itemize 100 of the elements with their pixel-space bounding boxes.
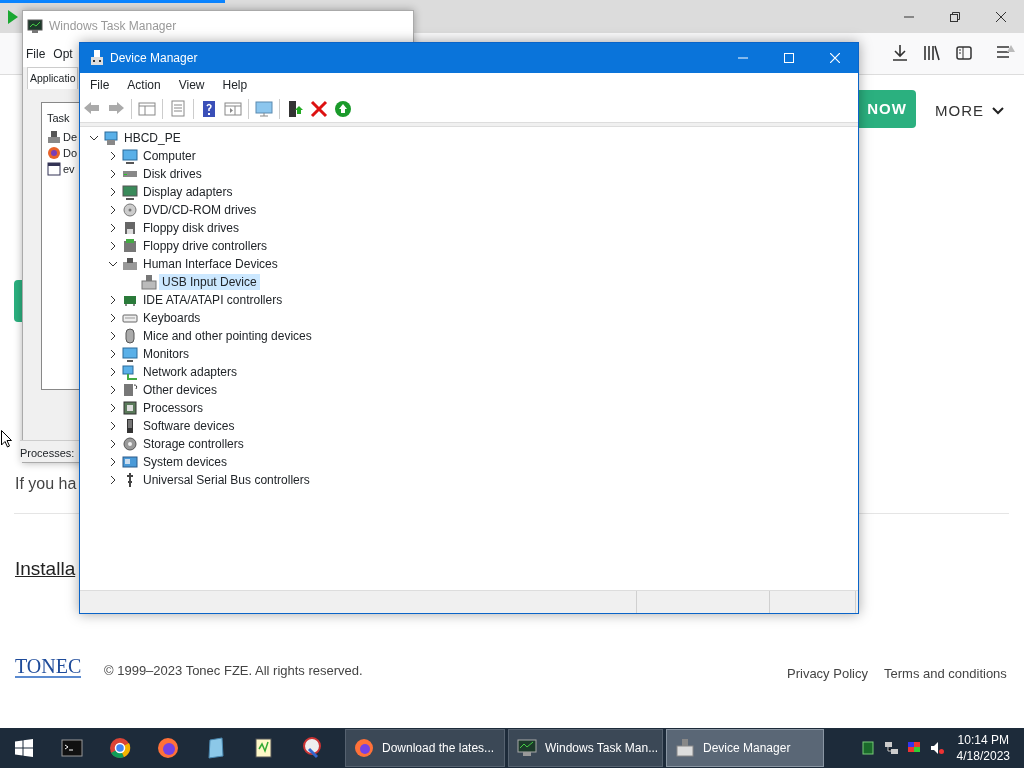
taskbar-window-button[interactable]: Device Manager <box>666 729 824 767</box>
device-icon <box>141 274 157 290</box>
column-header[interactable]: Task <box>47 110 70 127</box>
sidebar-icon[interactable] <box>956 46 972 60</box>
task-name[interactable]: ev <box>63 161 75 178</box>
device-icon <box>122 382 138 398</box>
tree-item[interactable]: USB Input Device <box>159 274 260 290</box>
chevron-right-icon <box>109 476 117 484</box>
monitor-icon[interactable] <box>255 100 273 118</box>
chevron-right-icon <box>109 458 117 466</box>
device-icon <box>122 454 138 470</box>
taskbar-window-button[interactable]: Download the lates... <box>345 729 505 767</box>
tree-item[interactable]: Software devices <box>140 418 238 434</box>
chevron-down-icon <box>992 107 1004 116</box>
footer-link[interactable]: Terms and conditions <box>884 664 1007 684</box>
tree-item[interactable]: DVD/CD-ROM drives <box>140 202 260 218</box>
task-name[interactable]: Do <box>63 145 78 162</box>
tree-item[interactable]: Disk drives <box>140 166 205 182</box>
tree-item[interactable]: Processors <box>140 400 207 416</box>
chevron-right-icon <box>109 224 117 232</box>
taskbar-window-button[interactable]: Windows Task Man... <box>508 729 663 767</box>
device-icon <box>122 436 138 452</box>
device-icon <box>122 328 138 344</box>
library-icon[interactable] <box>924 45 940 61</box>
tool-icon <box>301 737 323 759</box>
delete-icon[interactable] <box>310 100 328 118</box>
menu-item[interactable]: View <box>169 75 214 94</box>
device-icon <box>122 346 138 362</box>
menu-icon[interactable] <box>997 45 1015 59</box>
globe-icon <box>47 146 61 161</box>
menu-item[interactable]: File <box>81 75 119 94</box>
tree-item[interactable]: Floppy drive controllers <box>140 238 271 254</box>
task-name[interactable]: De <box>63 129 78 146</box>
tree-item[interactable]: System devices <box>140 454 231 470</box>
tree-item[interactable]: Universal Serial Bus controllers <box>140 472 313 488</box>
chevron-right-icon <box>109 386 117 394</box>
device-icon <box>122 202 138 218</box>
window-title: Device Manager <box>110 50 199 67</box>
chevron-right-icon <box>109 188 117 196</box>
volume-muted-icon[interactable] <box>929 741 944 755</box>
clock[interactable]: 10:14 PM 4/18/2023 <box>956 732 1010 764</box>
close-icon <box>830 53 840 63</box>
chevron-right-icon <box>109 350 117 358</box>
tree-item[interactable]: Storage controllers <box>140 436 247 452</box>
device-icon <box>103 130 119 146</box>
chevron-right-icon <box>109 440 117 448</box>
device-icon <box>122 238 138 254</box>
menu-item[interactable]: Opt <box>53 45 73 63</box>
tab[interactable]: Applicatio <box>27 67 78 89</box>
device-icon <box>122 220 138 236</box>
more-menu[interactable]: MORE <box>935 100 1004 123</box>
chevron-right-icon <box>109 242 117 250</box>
menu-item[interactable]: Action <box>118 75 170 94</box>
footer-link[interactable]: Privacy Policy <box>787 664 868 684</box>
chevron-right-icon <box>109 170 117 178</box>
restore-icon <box>950 11 960 22</box>
tree-item[interactable]: Floppy disk drives <box>140 220 243 236</box>
chevron-right-icon <box>109 332 117 340</box>
display-icon[interactable] <box>906 741 921 755</box>
status-text: Processes: <box>20 447 75 459</box>
play-icon <box>8 10 18 24</box>
tree-item[interactable]: Human Interface Devices <box>140 256 281 272</box>
terminal-icon <box>61 737 83 759</box>
network-icon[interactable] <box>883 741 898 755</box>
copyright-text: © 1999–2023 Tonec FZE. All rights reserved. <box>104 662 363 680</box>
menu-item[interactable]: File <box>26 45 46 63</box>
chevron-right-icon <box>109 206 117 214</box>
chevron-right-icon <box>109 314 117 322</box>
device-icon <box>122 184 138 200</box>
usb-device-icon <box>675 738 695 758</box>
monitor-icon <box>517 738 537 758</box>
device-icon <box>122 400 138 416</box>
enable-icon[interactable] <box>334 100 352 118</box>
tree-item[interactable]: Keyboards <box>140 310 204 326</box>
tree-item[interactable]: Display adapters <box>140 184 236 200</box>
close-icon <box>996 11 1006 22</box>
paragraph-text: If you ha <box>15 474 77 494</box>
section-link[interactable]: Installa <box>15 555 76 584</box>
chevron-right-icon <box>109 296 117 304</box>
monitor-icon <box>27 19 43 33</box>
mouse-cursor-icon <box>1 430 12 448</box>
window-title: Windows Task Manager <box>49 18 177 35</box>
chevron-right-icon <box>109 152 117 160</box>
help-icon[interactable] <box>200 100 218 118</box>
usb-device-icon <box>90 50 104 66</box>
tree-item[interactable]: IDE ATA/ATAPI controllers <box>140 292 286 308</box>
chip-icon[interactable] <box>860 741 875 755</box>
tree-item[interactable]: Network adapters <box>140 364 241 380</box>
device-icon <box>122 256 138 272</box>
tree-item[interactable]: Other devices <box>140 382 221 398</box>
maximize-icon <box>784 53 794 63</box>
update-driver-icon[interactable] <box>286 100 304 118</box>
tree-item[interactable]: Monitors <box>140 346 192 362</box>
tree-item[interactable]: Mice and other pointing devices <box>140 328 315 344</box>
device-icon <box>47 130 61 145</box>
tree-item[interactable]: Computer <box>140 148 199 164</box>
download-icon[interactable] <box>893 45 907 61</box>
tree-item[interactable]: HBCD_PE <box>121 130 184 146</box>
menu-item[interactable]: Help <box>213 75 257 94</box>
chevron-right-icon <box>109 422 117 430</box>
